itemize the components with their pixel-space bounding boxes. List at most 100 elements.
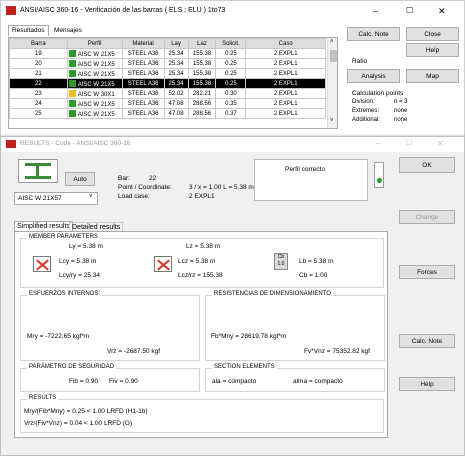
- section-select[interactable]: AISC W 21X57 ˅: [14, 192, 98, 205]
- ok-button[interactable]: OK: [399, 157, 455, 173]
- lcz-value: Lcz = 5.38 m: [178, 258, 216, 265]
- cell-laz: 155.38: [187, 68, 217, 79]
- col-solicit[interactable]: Solicit.: [215, 38, 247, 49]
- green-light-icon: [377, 178, 382, 183]
- forces-button[interactable]: Forces: [399, 265, 455, 279]
- cell-laz: 155.38: [187, 48, 217, 59]
- cell-perfil: AISC W 21X5: [66, 58, 123, 69]
- perfil-text: AISC W 21X5: [77, 71, 115, 78]
- cell-material: STEEL A36: [121, 78, 165, 89]
- check-ok-icon: [68, 69, 76, 77]
- bar-value: 22: [149, 175, 157, 182]
- results-table: Barra Perfil Material Lay Laz Solicit. C…: [9, 38, 326, 119]
- cell-caso: 2 EXPL1: [245, 58, 326, 69]
- member-parameters-title: MEMBER PARAMETERS: [27, 234, 100, 240]
- tab-resultados[interactable]: Resultados: [8, 25, 49, 36]
- col-lay[interactable]: Lay: [163, 38, 189, 49]
- cell-solicit: 0.25: [215, 58, 247, 69]
- resistencias-group: RESISTENCIAS DE DIMENSIONAMIENTO Fb*Mny …: [205, 291, 385, 361]
- esfuerzos-group: ESFUERZOS INTERNOS: Mry = -7222.65 kgf*m…: [20, 291, 200, 361]
- cell-barra: 25: [9, 108, 68, 119]
- check-ok-icon: [68, 109, 76, 117]
- calc-note-results-button[interactable]: Calc. Note: [399, 334, 455, 348]
- auto-button[interactable]: Auto: [65, 172, 95, 186]
- cell-laz: 288.56: [187, 108, 217, 119]
- tab-mensajes[interactable]: Mensajes: [51, 26, 85, 36]
- close-icon[interactable]: ✕: [438, 6, 446, 17]
- col-laz[interactable]: Laz: [187, 38, 217, 49]
- table-row[interactable]: 24 AISC W 21X5 STEEL A36 47.08 288.56 0.35 2 E…: [9, 98, 326, 109]
- results-minimize-icon[interactable]: –: [376, 139, 380, 148]
- alma-value: alma = compacto: [293, 378, 343, 385]
- cell-solicit: 0.25: [215, 78, 247, 89]
- analysis-button[interactable]: Analysis: [347, 69, 400, 83]
- results-maximize-icon[interactable]: ☐: [406, 139, 412, 147]
- table-header-row: Barra Perfil Material Lay Laz Solicit. C…: [9, 38, 326, 49]
- table-row[interactable]: 25 AISC W 21X5 STEEL A36 47.08 288.56 0.37 2 E…: [9, 108, 326, 119]
- fiv-value: Fiv = 0.90: [109, 378, 138, 385]
- map-button[interactable]: Map: [406, 69, 459, 83]
- cell-barra: 22: [9, 78, 68, 89]
- table-row[interactable]: 22 AISC W 21X5 STEEL A36 25.34 155.38 0.25 2 E…: [9, 78, 326, 89]
- cell-lay: 25.34: [163, 58, 189, 69]
- col-perfil[interactable]: Perfil: [66, 38, 123, 49]
- calc-note-button[interactable]: Calc. Note: [347, 27, 400, 41]
- help-button[interactable]: Help: [406, 43, 459, 57]
- ala-value: ala = compacto: [212, 378, 257, 385]
- perfil-text: AISC W 21X5: [77, 101, 115, 108]
- col-barra[interactable]: Barra: [9, 38, 68, 49]
- col-material[interactable]: Material: [121, 38, 165, 49]
- cell-laz: 288.56: [187, 98, 217, 109]
- additional-label: Additional:: [352, 117, 381, 123]
- resistencias-title: RESISTENCIAS DE DIMENSIONAMIENTO: [212, 291, 333, 297]
- cell-perfil: AISC W 21X5: [66, 78, 123, 89]
- results-title: RESULTS: [27, 395, 59, 401]
- results-line-2: Vrz/(Fiv*Vnz) = 0.04 < 1.00 LRFD (G): [24, 420, 133, 427]
- cell-barra: 23: [9, 88, 68, 99]
- results-title-bar: RESULTS - Code - ANSI/AISC 360-16 – ☐ ✕: [1, 137, 464, 152]
- cell-caso: 2 EXPL1: [245, 78, 326, 89]
- table-row[interactable]: 21 AISC W 21X5 STEEL A36 25.34 155.38 0.25 2 E…: [9, 68, 326, 79]
- results-close-icon[interactable]: ✕: [437, 139, 444, 148]
- main-title-bar: ANSI/AISC 360-16 - Verificación de las b…: [1, 1, 464, 21]
- cell-lay: 47.08: [163, 108, 189, 119]
- mry-value: Mry = -7222.65 kgf*m: [27, 333, 90, 340]
- cb-icon: Cb 1.0: [274, 253, 288, 270]
- table-row[interactable]: 19 AISC W 21X5 STEEL A36 25.34 155.38 0.25 2 E…: [9, 48, 326, 59]
- perfil-text: AISC W 21X5: [77, 51, 115, 58]
- grid-scrollbar[interactable]: ˄ ˅: [327, 38, 337, 128]
- help-results-button[interactable]: Help: [399, 377, 455, 391]
- col-caso[interactable]: Caso: [245, 38, 326, 49]
- point-label: Point / Coordinate:: [118, 184, 172, 191]
- cell-perfil: AISC W 21X5: [66, 108, 123, 119]
- close-button[interactable]: Close: [406, 27, 459, 41]
- cell-material: STEEL A36: [121, 108, 165, 119]
- extremes-label: Extremes:: [352, 108, 380, 114]
- cell-material: STEEL A36: [121, 58, 165, 69]
- cell-lay: 47.08: [163, 98, 189, 109]
- section-select-value: AISC W 21X57: [18, 195, 62, 202]
- scroll-up-icon[interactable]: ˄: [330, 39, 334, 45]
- minimize-icon[interactable]: –: [373, 6, 378, 16]
- scroll-down-icon[interactable]: ˅: [330, 118, 334, 124]
- cell-solicit: 0.25: [215, 68, 247, 79]
- cell-laz: 155.38: [187, 58, 217, 69]
- cb-value: Cb = 1.00: [299, 272, 328, 279]
- lb-value: Lb = 5.38 m: [299, 258, 334, 265]
- maximize-icon[interactable]: ☐: [406, 6, 413, 15]
- results-window: RESULTS - Code - ANSI/AISC 360-16 – ☐ ✕ …: [0, 136, 465, 456]
- extremes-value: none: [394, 108, 408, 114]
- table-row[interactable]: 23 AISC W 30X1 STEEL A36 52.02 282.21 0.30 2 E…: [9, 88, 326, 99]
- cell-caso: 2 EXPL1: [245, 48, 326, 59]
- results-panel: MEMBER PARAMETERS Ly = 5.38 m Lcy = 5.38…: [14, 231, 388, 438]
- chevron-down-icon: ˅: [89, 194, 93, 200]
- cell-perfil: AISC W 30X1: [66, 88, 123, 99]
- app-logo-icon: [6, 6, 16, 15]
- cell-solicit: 0.30: [215, 88, 247, 99]
- division-value: n = 3: [394, 99, 408, 105]
- scroll-thumb[interactable]: [330, 50, 337, 62]
- change-button[interactable]: Change: [399, 210, 455, 224]
- table-row[interactable]: 20 AISC W 21X5 STEEL A36 25.34 155.38 0.25 2 E…: [9, 58, 326, 69]
- cell-material: STEEL A36: [121, 68, 165, 79]
- main-window-title: ANSI/AISC 360-16 - Verificación de las b…: [20, 7, 226, 14]
